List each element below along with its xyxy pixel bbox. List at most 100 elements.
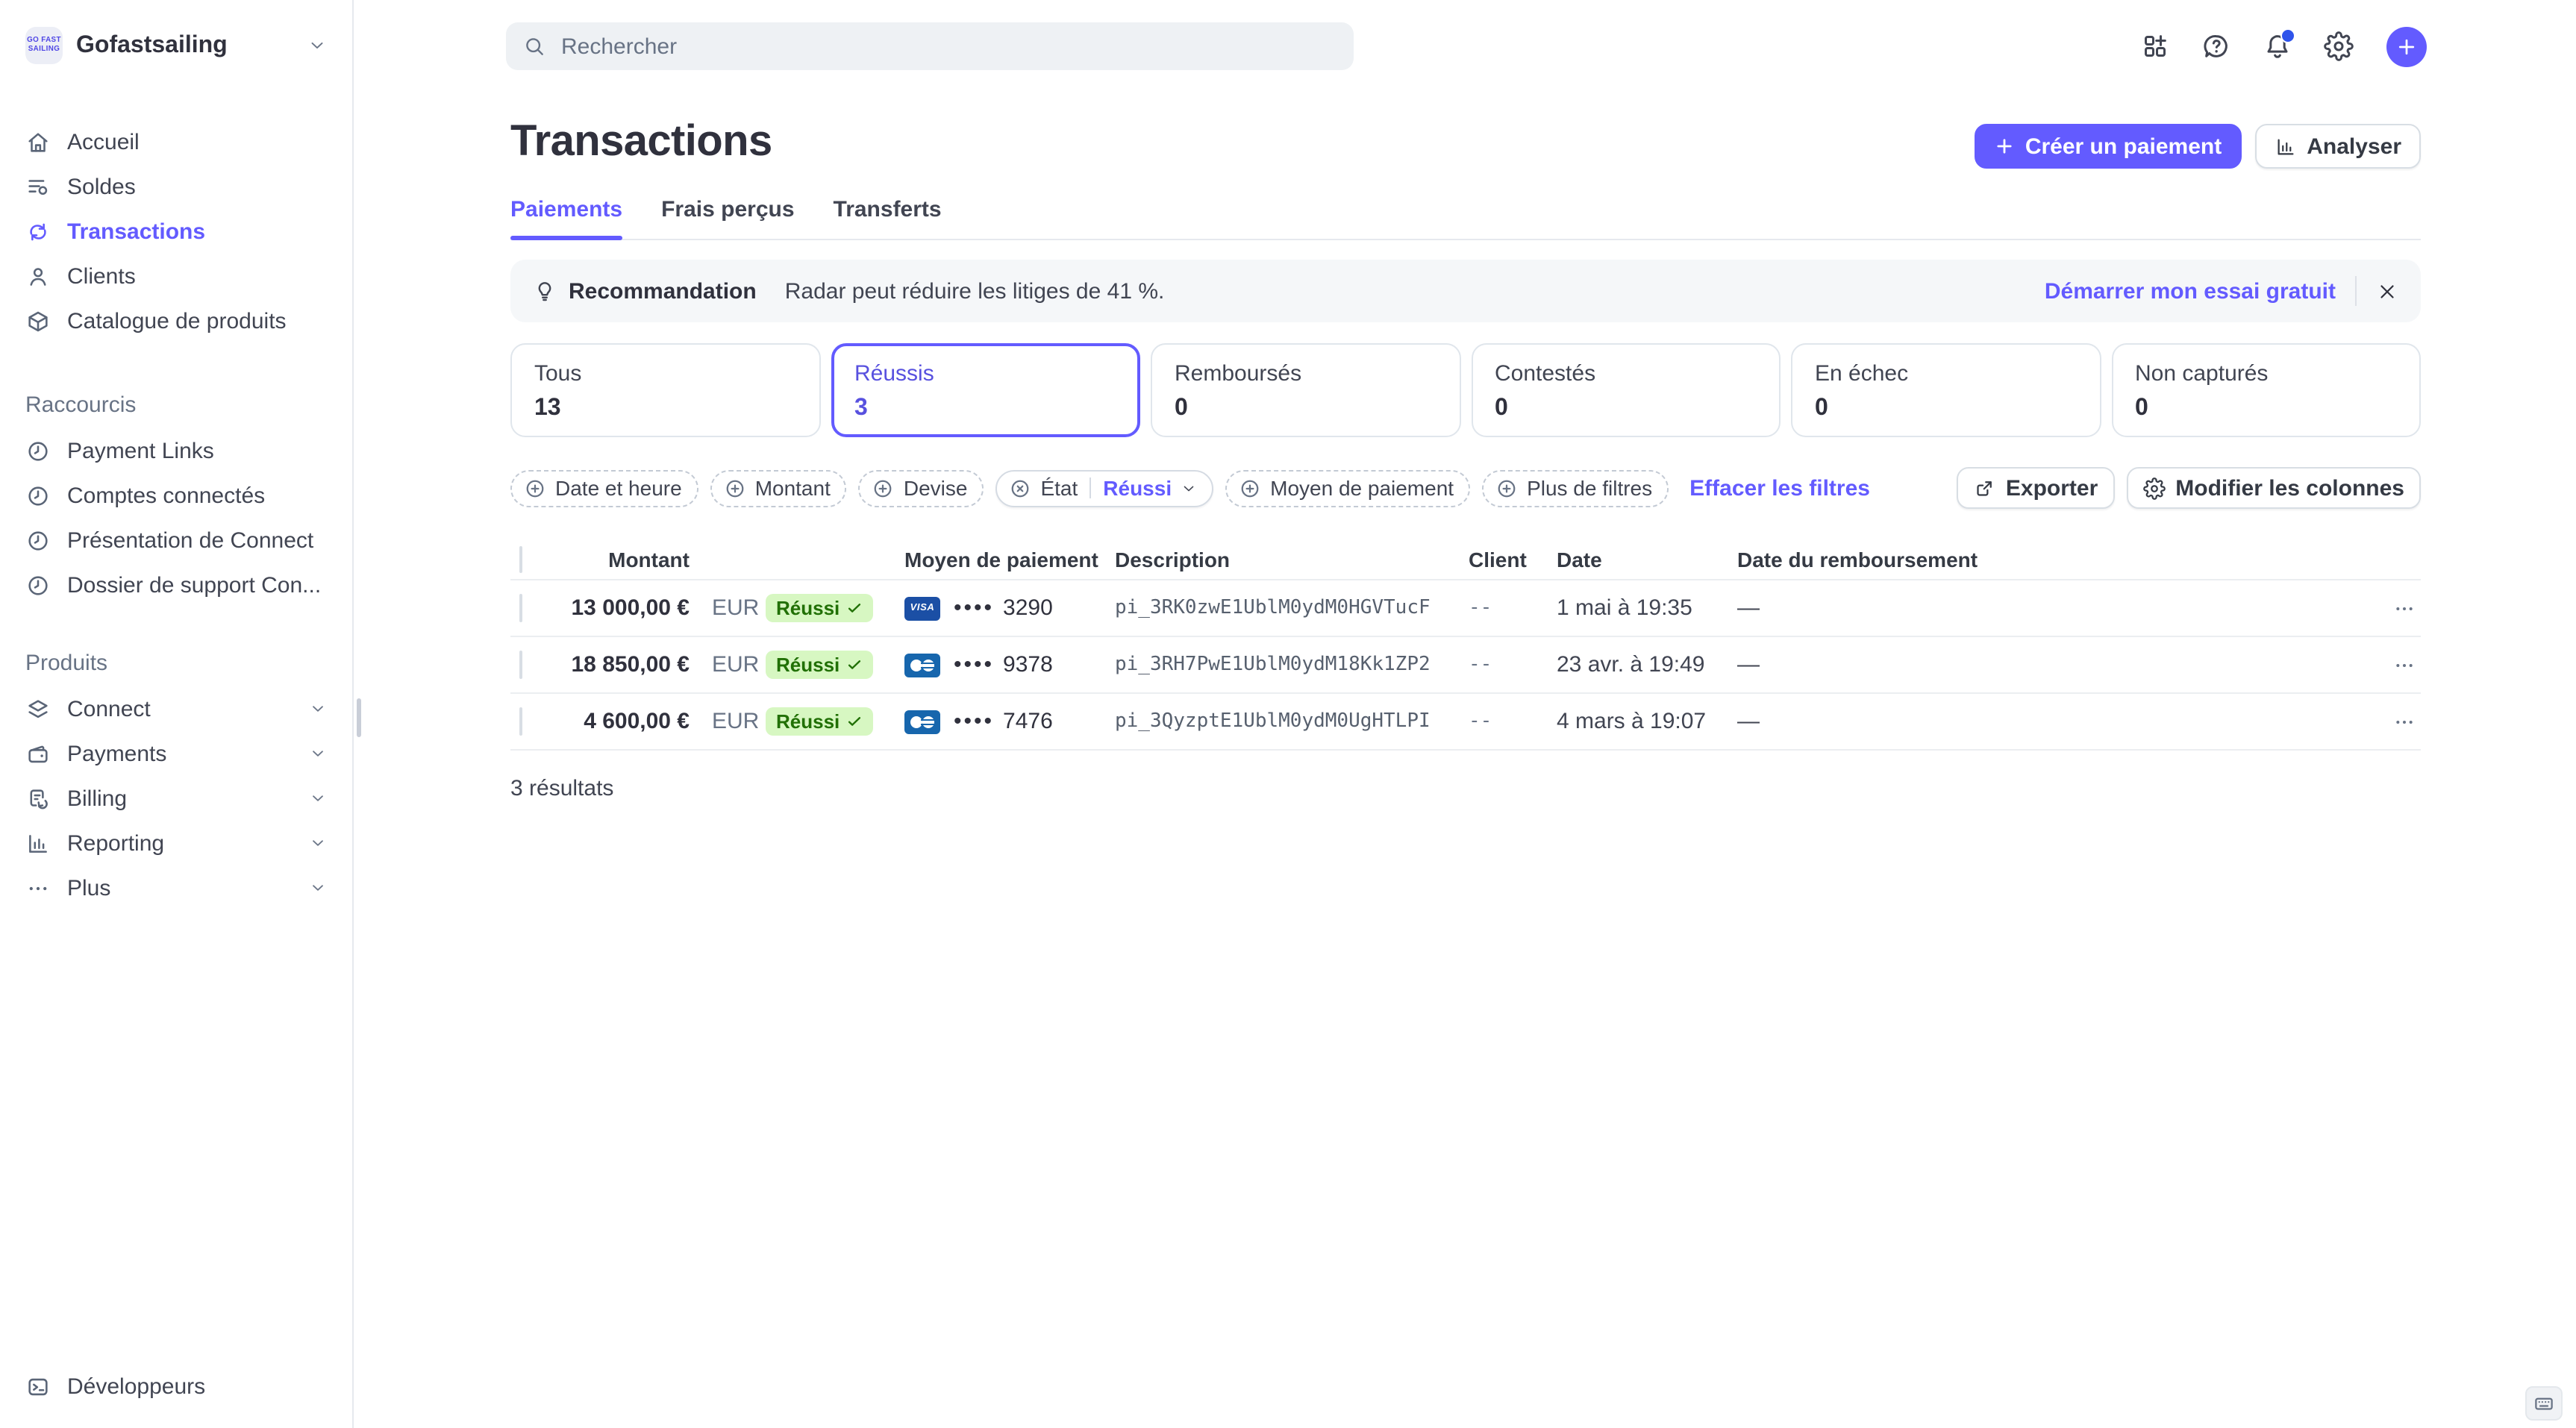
account-logo: GO FAST SAILING [25, 27, 63, 64]
sidebar-item-transactions[interactable]: Transactions [0, 209, 352, 254]
close-icon[interactable] [2376, 280, 2398, 302]
col-header-payment-method[interactable]: Moyen de paiement [898, 547, 1115, 571]
table-header-row: Montant Moyen de paiement Description Cl… [510, 539, 2421, 580]
filter-row: Date et heure Montant Devise ÉtatRéussi Moye… [510, 467, 2421, 509]
status-summary-cards: Tous13Réussis3Remboursés0Contestés0En éc… [510, 343, 2421, 437]
search-input[interactable] [558, 32, 1337, 60]
search-bar[interactable] [506, 22, 1354, 70]
apps-grid-icon[interactable] [2140, 31, 2170, 61]
create-menu-button[interactable] [2386, 26, 2427, 66]
main-area: Transactions Créer un paiement Analyser … [354, 0, 2576, 1428]
edit-columns-button[interactable]: Modifier les colonnes [2126, 467, 2421, 509]
status-card-label: Remboursés [1175, 361, 1437, 386]
clock-icon [25, 438, 51, 463]
sidebar-product-payments[interactable]: Payments [0, 731, 352, 776]
product-catalog-icon [25, 308, 51, 333]
edit-columns-label: Modifier les colonnes [2175, 475, 2404, 501]
filter-chip-date-et-heure[interactable]: Date et heure [510, 469, 698, 507]
status-card-non-captur-s[interactable]: Non capturés0 [2111, 343, 2421, 437]
tab-transferts[interactable]: Transferts [834, 197, 942, 239]
export-button[interactable]: Exporter [1957, 467, 2114, 509]
sidebar-item-label: Clients [67, 263, 327, 289]
transactions-icon [25, 219, 51, 244]
balance-icon [25, 174, 51, 199]
col-header-date[interactable]: Date [1557, 547, 1737, 571]
clear-filters-link[interactable]: Effacer les filtres [1689, 475, 1870, 501]
keyboard-shortcuts-button[interactable] [2525, 1386, 2563, 1421]
sidebar-shortcut-comptes-connect-s[interactable]: Comptes connectés [0, 473, 352, 518]
status-card-r-ussis[interactable]: Réussis3 [831, 343, 1140, 437]
filter-chip-plus-de-filtres[interactable]: Plus de filtres [1482, 469, 1669, 507]
ellipsis-icon [2392, 653, 2416, 677]
sidebar-item-label: Payment Links [67, 438, 327, 463]
filter-chip-moyen-de-paiement[interactable]: Moyen de paiement [1225, 469, 1470, 507]
filter-chip--tat[interactable]: ÉtatRéussi [995, 469, 1213, 507]
table-body: 13 000,00 €EURRéussiVISA••••3290pi_3RK0z… [510, 580, 2421, 751]
account-switcher[interactable]: GO FAST SAILING Gofastsailing [0, 27, 352, 64]
sidebar-item-accueil[interactable]: Accueil [0, 119, 352, 164]
sidebar-item-clients[interactable]: Clients [0, 254, 352, 298]
cb-card-icon [904, 710, 940, 733]
row-checkbox[interactable] [519, 593, 522, 621]
row-checkbox[interactable] [519, 650, 522, 678]
col-header-description[interactable]: Description [1115, 547, 1469, 571]
sidebar-product-reporting[interactable]: Reporting [0, 821, 352, 865]
sidebar-item-label: Billing [67, 786, 293, 811]
sidebar-item-developers[interactable]: Développeurs [0, 1364, 352, 1409]
table-row[interactable]: 18 850,00 €EURRéussi••••9378pi_3RH7PwE1U… [510, 637, 2421, 694]
x-circle-icon[interactable] [1009, 477, 1031, 499]
row-actions-button[interactable] [2388, 648, 2421, 681]
sidebar-shortcut-pr-sentation-de-connect[interactable]: Présentation de Connect [0, 518, 352, 563]
table-row[interactable]: 13 000,00 €EURRéussiVISA••••3290pi_3RK0z… [510, 580, 2421, 637]
row-checkbox[interactable] [519, 707, 522, 735]
filter-chip-label: Moyen de paiement [1270, 476, 1454, 500]
sidebar: GO FAST SAILING Gofastsailing Accueil Sol… [0, 0, 354, 1428]
notifications-bell-icon[interactable] [2263, 31, 2292, 61]
analyze-button[interactable]: Analyser [2254, 124, 2421, 169]
sidebar-item-label: Catalogue de produits [67, 308, 327, 333]
sidebar-shortcut-dossier-de-support-con[interactable]: Dossier de support Con... [0, 563, 352, 607]
col-header-amount[interactable]: Montant [567, 547, 690, 571]
sidebar-product-plus[interactable]: Plus [0, 865, 352, 910]
card-dots: •••• [954, 595, 994, 621]
sidebar-product-connect[interactable]: Connect [0, 686, 352, 731]
filter-chip-montant[interactable]: Montant [710, 469, 847, 507]
col-header-client[interactable]: Client [1469, 547, 1557, 571]
status-card-en-chec[interactable]: En échec0 [1791, 343, 2101, 437]
sidebar-item-label: Présentation de Connect [67, 527, 327, 553]
create-payment-button[interactable]: Créer un paiement [1975, 124, 2241, 169]
status-card-tous[interactable]: Tous13 [510, 343, 820, 437]
tab-paiements[interactable]: Paiements [510, 197, 622, 239]
filter-chip-value: Réussi [1103, 476, 1172, 500]
banner-cta-link[interactable]: Démarrer mon essai gratuit [2045, 278, 2336, 304]
sidebar-product-billing[interactable]: Billing [0, 776, 352, 821]
help-icon[interactable] [2201, 31, 2231, 61]
card-last4: 3290 [1003, 595, 1053, 621]
refund-date-cell: — [1737, 709, 2376, 734]
sidebar-products-title: Produits [0, 651, 352, 676]
sidebar-shortcuts-title: Raccourcis [0, 392, 352, 418]
status-card-label: Contestés [1495, 361, 1757, 386]
status-card-contest-s[interactable]: Contestés0 [1471, 343, 1781, 437]
plus-circle-icon [524, 477, 546, 499]
plus-icon [2395, 35, 2418, 57]
row-actions-button[interactable] [2388, 592, 2421, 624]
sidebar-shortcut-payment-links[interactable]: Payment Links [0, 428, 352, 473]
settings-gear-icon[interactable] [2324, 31, 2354, 61]
sidebar-item-label: Accueil [67, 129, 327, 154]
select-all-checkbox[interactable] [519, 545, 522, 572]
export-label: Exporter [2006, 475, 2098, 501]
content: Transactions Créer un paiement Analyser … [354, 70, 2576, 801]
status-card-rembours-s[interactable]: Remboursés0 [1151, 343, 1460, 437]
status-badge-label: Réussi [776, 710, 840, 733]
row-actions-button[interactable] [2388, 705, 2421, 738]
col-header-refund-date[interactable]: Date du remboursement [1737, 547, 2376, 571]
sidebar-item-catalogue-de-produits[interactable]: Catalogue de produits [0, 298, 352, 343]
table-row[interactable]: 4 600,00 €EURRéussi••••7476pi_3QyzptE1Ub… [510, 694, 2421, 751]
date-cell: 1 mai à 19:35 [1557, 595, 1737, 621]
sidebar-item-soldes[interactable]: Soldes [0, 164, 352, 209]
tab-frais-per-us[interactable]: Frais perçus [661, 197, 794, 239]
filter-chip-devise[interactable]: Devise [859, 469, 984, 507]
status-card-value: 3 [854, 395, 1116, 422]
account-logo-line2: SAILING [28, 46, 60, 54]
